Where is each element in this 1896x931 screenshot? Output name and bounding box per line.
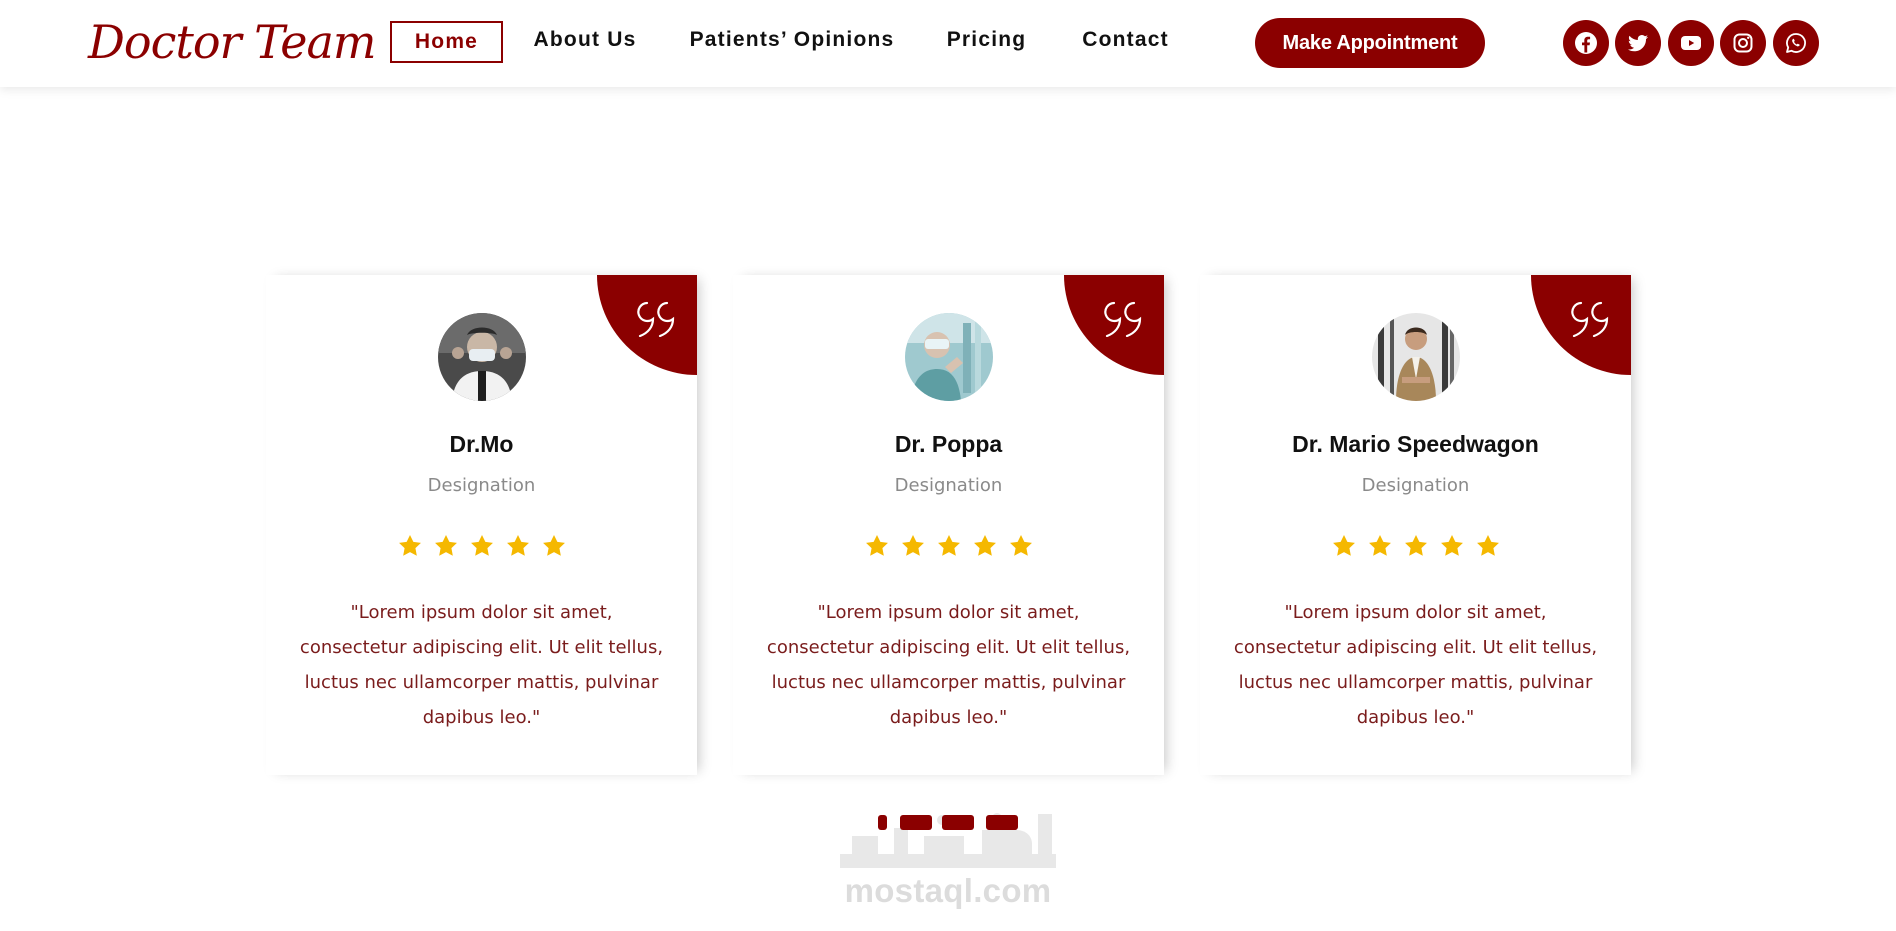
star-icon (865, 534, 888, 556)
review-text: "Lorem ipsum dolor sit amet, consectetur… (1233, 602, 1598, 728)
instagram-icon[interactable] (1720, 20, 1766, 66)
star-icon (1009, 534, 1032, 556)
star-icon (542, 534, 565, 556)
star-icon (973, 534, 996, 556)
quote-badge (597, 275, 697, 375)
youtube-icon[interactable] (1668, 20, 1714, 66)
testimonial-card: Dr.Mo Designation "Lorem ipsum dolor sit… (266, 275, 697, 775)
slider-dot[interactable] (878, 815, 887, 830)
avatar (1372, 313, 1460, 401)
nav-home[interactable]: Home (390, 21, 503, 63)
slider-dot[interactable] (900, 815, 932, 830)
nav-pricing[interactable]: Pricing (940, 21, 1033, 63)
whatsapp-icon[interactable] (1773, 20, 1819, 66)
star-icon (901, 534, 924, 556)
quote-icon (1571, 301, 1609, 337)
star-icon (506, 534, 529, 556)
nav-contact[interactable]: Contact (1077, 21, 1174, 63)
slider-dot[interactable] (986, 815, 1018, 830)
avatar (905, 313, 993, 401)
star-icon (1440, 534, 1463, 556)
doctor-designation: Designation (427, 475, 536, 496)
review-text: "Lorem ipsum dolor sit amet, consectetur… (766, 602, 1131, 728)
star-icon (1404, 534, 1427, 556)
doctor-name: Dr. Mario Speedwagon (1292, 431, 1539, 457)
doctor-designation: Designation (1361, 475, 1470, 496)
star-icon (937, 534, 960, 556)
avatar (438, 313, 526, 401)
site-header: Doctor Team Home About Us Patients’ Opin… (0, 0, 1896, 87)
testimonial-card: Dr. Mario Speedwagon Designation "Lorem … (1200, 275, 1631, 775)
star-icon (1332, 534, 1355, 556)
rating-stars (1200, 533, 1631, 563)
facebook-icon[interactable] (1563, 20, 1609, 66)
slider-dot[interactable] (942, 815, 974, 830)
star-icon (434, 534, 457, 556)
watermark-text: mostaql.com (844, 872, 1052, 909)
quote-badge (1531, 275, 1631, 375)
star-icon (1476, 534, 1499, 556)
doctor-name: Dr.Mo (449, 431, 514, 457)
quote-icon (637, 301, 675, 337)
star-icon (398, 534, 421, 556)
make-appointment-button[interactable]: Make Appointment (1255, 18, 1485, 68)
doctor-designation: Designation (894, 475, 1003, 496)
quote-badge (1064, 275, 1164, 375)
rating-stars (733, 533, 1164, 563)
nav-about-us[interactable]: About Us (528, 21, 642, 63)
star-icon (470, 534, 493, 556)
rating-stars (266, 533, 697, 563)
quote-icon (1104, 301, 1142, 337)
twitter-icon[interactable] (1615, 20, 1661, 66)
nav-patients-opinions[interactable]: Patients’ Opinions (684, 21, 900, 63)
review-text: "Lorem ipsum dolor sit amet, consectetur… (299, 602, 664, 728)
star-icon (1368, 534, 1391, 556)
site-logo[interactable]: Doctor Team (88, 12, 377, 72)
doctor-name: Dr. Poppa (894, 431, 1003, 457)
testimonial-card: Dr. Poppa Designation "Lorem ipsum dolor… (733, 275, 1164, 775)
